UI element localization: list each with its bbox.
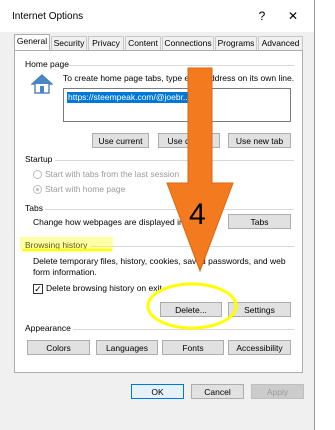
delete-circle-highlight bbox=[146, 282, 238, 330]
arrow-annotation bbox=[166, 67, 234, 273]
browsing-history-highlight bbox=[20, 237, 113, 249]
step-number: 4 bbox=[189, 198, 206, 231]
annotation-overlay bbox=[20, 67, 238, 330]
